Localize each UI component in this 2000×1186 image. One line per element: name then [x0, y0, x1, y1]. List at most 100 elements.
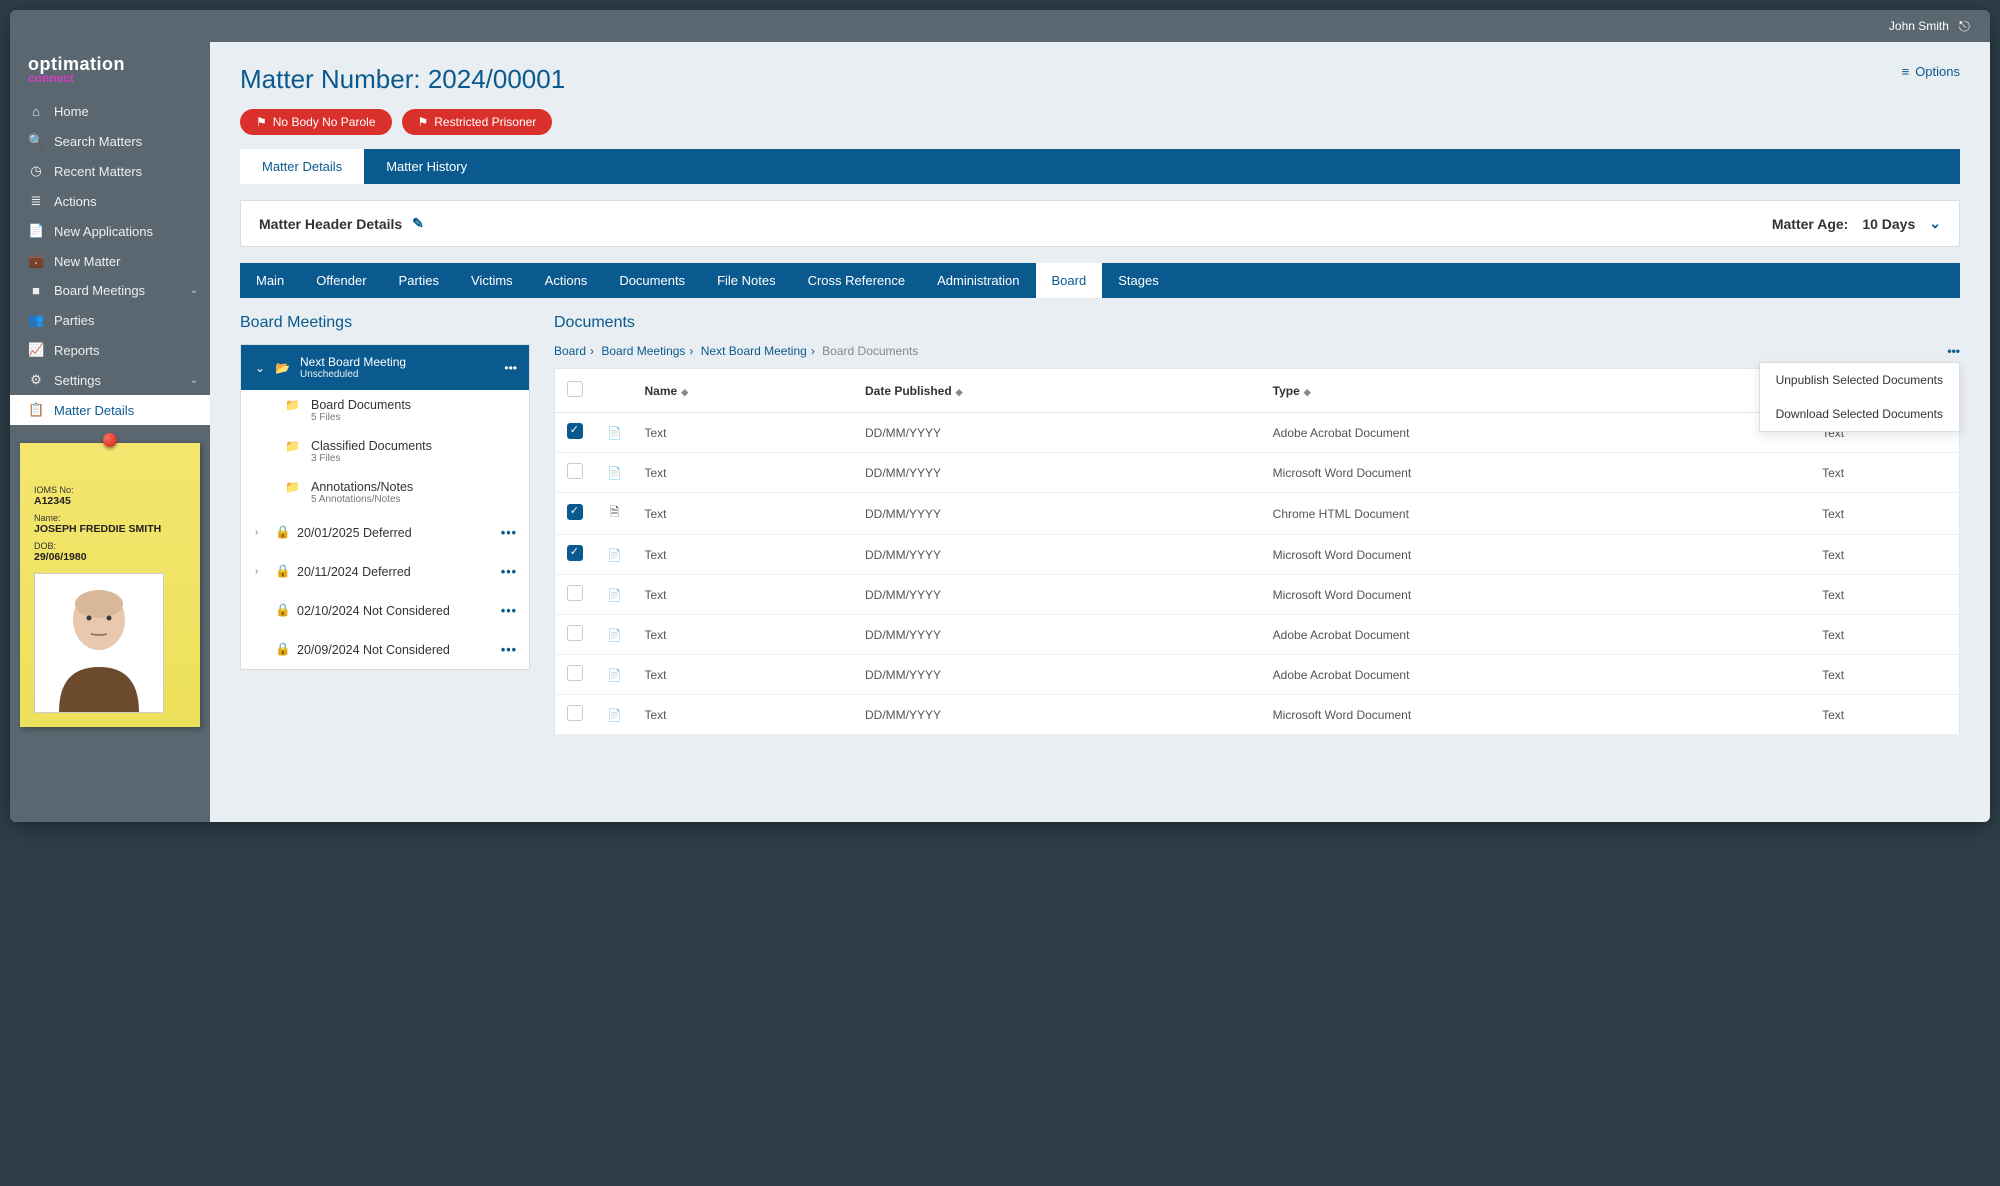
tab-offender[interactable]: Offender — [300, 263, 382, 298]
ioms-value: A12345 — [34, 495, 186, 507]
more-icon[interactable]: ••• — [501, 643, 517, 657]
crumb[interactable]: Next Board Meeting — [701, 344, 807, 358]
table-row[interactable]: 📄TextDD/MM/YYYYMicrosoft Word DocumentTe… — [555, 535, 1960, 575]
nav-home[interactable]: ⌂Home — [10, 97, 210, 126]
chart-icon: 📈 — [28, 342, 44, 358]
name-label: Name: — [34, 513, 186, 523]
past-meeting-row[interactable]: ›🔒20/11/2024 Deferred••• — [241, 552, 529, 591]
tab-matter-details[interactable]: Matter Details — [240, 149, 364, 184]
file-icon: 📄 — [28, 223, 44, 239]
more-icon[interactable]: ••• — [501, 565, 517, 579]
word-icon: 📄 — [607, 466, 622, 480]
options-button[interactable]: ≡ Options — [1902, 64, 1960, 79]
matter-age-label: Matter Age: — [1772, 216, 1849, 232]
nav-actions[interactable]: ≣Actions — [10, 186, 210, 216]
row-checkbox[interactable] — [567, 463, 583, 479]
folder-board-documents[interactable]: 📁 Board Documents5 Files — [241, 390, 529, 431]
nav-settings[interactable]: ⚙Settings⌄ — [10, 365, 210, 395]
crumb[interactable]: Board Meetings — [601, 344, 685, 358]
col-name[interactable]: Name◆ — [635, 369, 855, 413]
documents-table: Name◆ Date Published◆ Type◆ 📄TextDD/MM/Y… — [554, 368, 1960, 735]
badges: ⚑No Body No Parole ⚑Restricted Prisoner — [210, 109, 1990, 149]
folder-icon: 📁 — [285, 480, 301, 494]
past-meeting-row[interactable]: 🔒 20/09/2024 Not Considered ••• — [241, 630, 529, 669]
nav-label: Parties — [54, 313, 94, 328]
table-row[interactable]: 📄TextDD/MM/YYYYMicrosoft Word DocumentTe… — [555, 575, 1960, 615]
row-checkbox[interactable] — [567, 504, 583, 520]
tab-cross-reference[interactable]: Cross Reference — [792, 263, 922, 298]
cell-extra: Text — [1812, 615, 1959, 655]
table-row[interactable]: 📄TextDD/MM/YYYYAdobe Acrobat DocumentTex… — [555, 615, 1960, 655]
tab-file-notes[interactable]: File Notes — [701, 263, 792, 298]
cell-name: Text — [635, 575, 855, 615]
tab-actions[interactable]: Actions — [529, 263, 604, 298]
past-meeting-row[interactable]: 🔒02/10/2024 Not Considered••• — [241, 591, 529, 630]
documents-more-icon[interactable]: ••• — [1947, 344, 1960, 358]
chevron-down-icon[interactable]: ⌄ — [1929, 215, 1941, 232]
cell-name: Text — [635, 655, 855, 695]
crumb[interactable]: Board — [554, 344, 586, 358]
user-name: John Smith — [1889, 19, 1949, 33]
table-row[interactable]: 📄TextDD/MM/YYYYAdobe Acrobat DocumentTex… — [555, 413, 1960, 453]
menu-unpublish[interactable]: Unpublish Selected Documents — [1760, 363, 1959, 397]
tab-board[interactable]: Board — [1036, 263, 1103, 298]
tab-administration[interactable]: Administration — [921, 263, 1035, 298]
row-checkbox[interactable] — [567, 665, 583, 681]
cell-type: Microsoft Word Document — [1263, 575, 1812, 615]
more-icon[interactable]: ••• — [504, 361, 517, 375]
nav-board-meetings[interactable]: ■Board Meetings⌄ — [10, 276, 210, 305]
row-checkbox[interactable] — [567, 423, 583, 439]
logout-icon[interactable]: ⎋ — [1959, 18, 1970, 35]
nav-parties[interactable]: 👥Parties — [10, 305, 210, 335]
tree-current-meeting[interactable]: ⌄ 📂 Next Board Meeting Unscheduled ••• — [241, 345, 529, 390]
options-label: Options — [1915, 64, 1960, 79]
table-row[interactable]: 📄TextDD/MM/YYYYAdobe Acrobat DocumentTex… — [555, 655, 1960, 695]
more-icon[interactable]: ••• — [501, 604, 517, 618]
folder-classified-documents[interactable]: 📁 Classified Documents3 Files — [241, 431, 529, 472]
table-row[interactable]: 🗎TextDD/MM/YYYYChrome HTML DocumentText — [555, 493, 1960, 535]
nav-reports[interactable]: 📈Reports — [10, 335, 210, 365]
chevron-down-icon: ⌄ — [190, 285, 198, 296]
col-type[interactable]: Type◆ — [1263, 369, 1812, 413]
past-meeting-row[interactable]: ›🔒20/01/2025 Deferred••• — [241, 513, 529, 552]
header-panel-title: Matter Header Details — [259, 216, 402, 232]
sort-icon: ◆ — [1304, 387, 1311, 397]
select-all-checkbox[interactable] — [567, 381, 583, 397]
cell-date: DD/MM/YYYY — [855, 615, 1263, 655]
more-icon[interactable]: ••• — [501, 526, 517, 540]
tab-matter-history[interactable]: Matter History — [364, 149, 489, 184]
dob-label: DOB: — [34, 541, 186, 551]
flag-icon: ⚑ — [256, 115, 267, 129]
table-row[interactable]: 📄TextDD/MM/YYYYMicrosoft Word DocumentTe… — [555, 695, 1960, 735]
home-icon: ⌂ — [28, 104, 44, 119]
menu-download[interactable]: Download Selected Documents — [1760, 397, 1959, 431]
tab-documents[interactable]: Documents — [603, 263, 701, 298]
nav-search[interactable]: 🔍Search Matters — [10, 126, 210, 156]
ioms-label: IOMS No: — [34, 485, 186, 495]
tab-stages[interactable]: Stages — [1102, 263, 1174, 298]
nav-new-applications[interactable]: 📄New Applications — [10, 216, 210, 246]
tab-victims[interactable]: Victims — [455, 263, 529, 298]
meeting-date: 20/09/2024 Not Considered — [297, 643, 450, 657]
cell-extra: Text — [1812, 453, 1959, 493]
row-checkbox[interactable] — [567, 625, 583, 641]
row-checkbox[interactable] — [567, 705, 583, 721]
table-row[interactable]: 📄TextDD/MM/YYYYMicrosoft Word DocumentTe… — [555, 453, 1960, 493]
nav-new-matter[interactable]: 💼New Matter — [10, 246, 210, 276]
row-checkbox[interactable] — [567, 585, 583, 601]
tab-main[interactable]: Main — [240, 263, 300, 298]
nav-matter-details[interactable]: 📋Matter Details — [10, 395, 210, 425]
cell-name: Text — [635, 695, 855, 735]
col-date[interactable]: Date Published◆ — [855, 369, 1263, 413]
cell-name: Text — [635, 413, 855, 453]
nav-recent[interactable]: ◷Recent Matters — [10, 156, 210, 186]
row-checkbox[interactable] — [567, 545, 583, 561]
cell-extra: Text — [1812, 575, 1959, 615]
word-icon: 📄 — [607, 548, 622, 562]
lock-icon: 🔒 — [275, 642, 287, 657]
detail-icon: 📋 — [28, 402, 44, 418]
app-frame: John Smith ⎋ optimation connect ⌂Home 🔍S… — [10, 10, 1990, 822]
folder-annotations[interactable]: 📁 Annotations/Notes5 Annotations/Notes — [241, 472, 529, 513]
tab-parties[interactable]: Parties — [383, 263, 455, 298]
edit-icon[interactable]: ✎ — [412, 215, 424, 232]
